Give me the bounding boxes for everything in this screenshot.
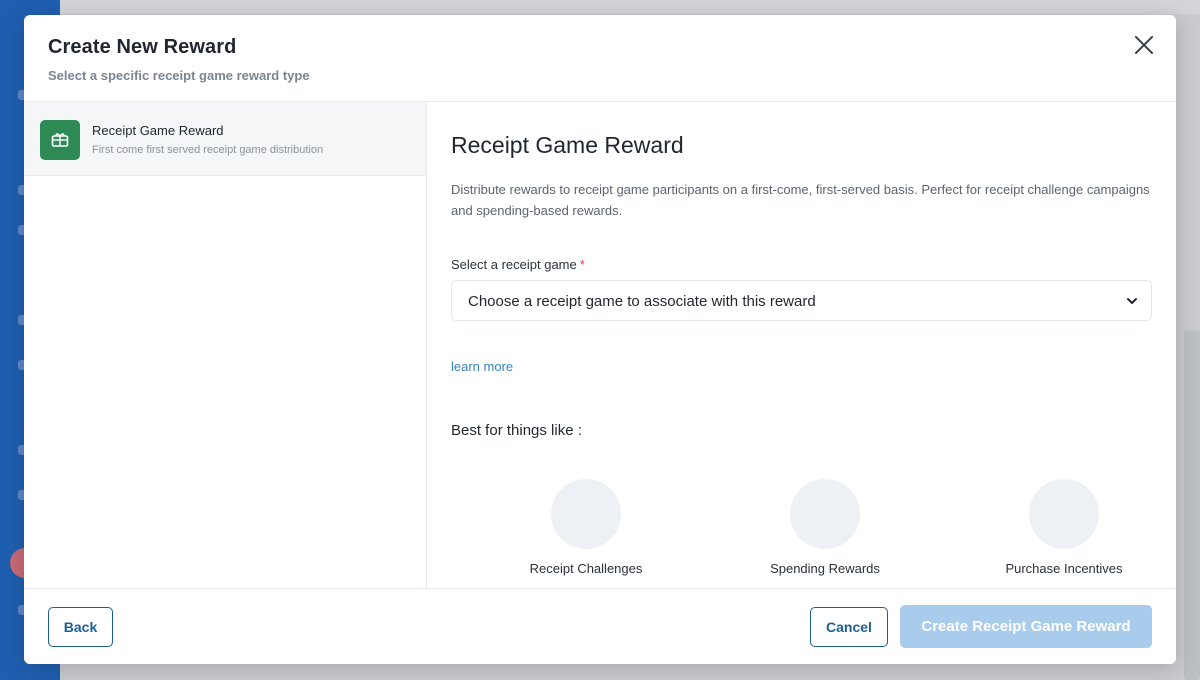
close-icon xyxy=(1135,36,1153,54)
cancel-button[interactable]: Cancel xyxy=(810,607,888,647)
modal-header: Create New Reward Select a specific rece… xyxy=(24,15,1176,102)
use-case-illustration xyxy=(551,479,621,549)
receipt-game-select-value: Choose a receipt game to associate with … xyxy=(468,293,816,310)
use-case-label: Purchase Incentives xyxy=(1005,561,1123,576)
receipt-game-select[interactable]: Choose a receipt game to associate with … xyxy=(451,280,1152,321)
reward-detail-panel: Receipt Game Reward Distribute rewards t… xyxy=(427,102,1176,588)
reward-type-item-receipt-game[interactable]: Receipt Game Reward First come first ser… xyxy=(24,102,426,176)
background-topbar xyxy=(60,0,1200,14)
detail-description: Distribute rewards to receipt game parti… xyxy=(451,182,1150,218)
use-case-illustration xyxy=(790,479,860,549)
learn-more-link[interactable]: learn more xyxy=(451,359,513,374)
use-case-receipt-challenges: Receipt Challenges xyxy=(496,479,676,579)
modal-title: Create New Reward xyxy=(48,36,237,58)
best-for-heading: Best for things like : xyxy=(451,422,582,439)
receipt-game-label: Select a receipt game * xyxy=(451,257,585,272)
use-case-spending-rewards: Spending Rewards xyxy=(735,479,915,579)
receipt-game-label-text: Select a receipt game xyxy=(451,257,577,272)
use-case-label: Spending Rewards xyxy=(770,561,880,576)
required-marker: * xyxy=(579,257,585,272)
reward-type-description: First come first served receipt game dis… xyxy=(92,144,324,156)
use-case-label: Receipt Challenges xyxy=(529,561,643,576)
use-case-purchase-incentives: Purchase Incentives xyxy=(974,479,1154,579)
close-button[interactable] xyxy=(1130,31,1158,59)
create-reward-modal: Create New Reward Select a specific rece… xyxy=(24,15,1176,664)
create-reward-button[interactable]: Create Receipt Game Reward xyxy=(900,605,1152,648)
gift-card-icon xyxy=(40,120,80,160)
reward-type-list: Receipt Game Reward First come first ser… xyxy=(24,102,427,588)
background-panel xyxy=(1184,330,1200,680)
back-button[interactable]: Back xyxy=(48,607,113,647)
detail-title: Receipt Game Reward xyxy=(451,132,684,158)
modal-footer: Back Cancel Create Receipt Game Reward xyxy=(24,588,1176,664)
modal-subtitle: Select a specific receipt game reward ty… xyxy=(48,68,310,83)
use-case-illustration xyxy=(1029,479,1099,549)
reward-type-title: Receipt Game Reward xyxy=(92,123,224,138)
chevron-down-icon xyxy=(1127,298,1137,304)
